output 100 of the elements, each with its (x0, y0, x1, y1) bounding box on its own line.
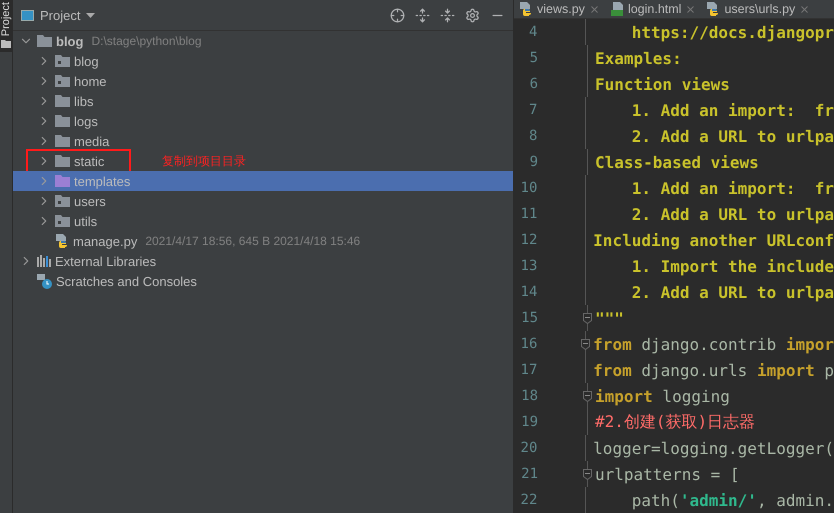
line-number: 11 (520, 206, 538, 222)
code-line: 1. Import the include (630, 256, 834, 276)
line-number: 19 (520, 414, 538, 430)
code-line: 1. Add an import: fr (630, 178, 834, 198)
tree-row[interactable]: home (13, 71, 513, 91)
file-tab[interactable]: views.py (514, 0, 605, 18)
file-info: 2021/4/17 18:56, 645 B 2021/4/18 15:46 (145, 234, 360, 248)
line-number: 14 (520, 284, 538, 300)
tree-label: manage.py (73, 234, 138, 248)
tree-row[interactable]: Scratches and Consoles (13, 271, 513, 291)
tree-row[interactable]: External Libraries (13, 251, 513, 271)
code-line: """ (595, 308, 624, 328)
file-tab[interactable]: login.html (604, 0, 702, 18)
fold-marker-icon[interactable] (583, 468, 592, 480)
line-number: 12 (520, 232, 538, 248)
close-icon[interactable] (685, 4, 696, 14)
line-number: 7 (528, 102, 538, 118)
module-folder-icon (55, 195, 70, 207)
tree-row[interactable]: libs (13, 91, 513, 111)
code-line: Function views (595, 74, 730, 94)
python-file-icon (519, 1, 533, 17)
tree-label: home (74, 74, 107, 88)
tree-label: utils (74, 214, 98, 228)
line-number: 8 (528, 128, 538, 144)
line-number: 13 (520, 258, 538, 274)
line-number: 4 (528, 24, 538, 40)
tree-label: logs (74, 114, 98, 128)
tree-row[interactable]: media (13, 131, 513, 151)
tree-row[interactable]: blog D:\stage\python\blog (13, 31, 513, 51)
fold-marker-icon[interactable] (581, 338, 590, 350)
tree-label: users (74, 194, 106, 208)
close-icon[interactable] (588, 4, 600, 14)
expand-all-icon[interactable] (415, 8, 430, 22)
code-line: path('admin/', admin. (630, 490, 834, 510)
python-file-icon (55, 233, 69, 249)
line-number: 10 (520, 180, 538, 196)
folder-icon (55, 155, 70, 167)
line-number: 15 (520, 310, 538, 326)
tree-row[interactable]: utils (13, 211, 513, 231)
line-number: 9 (528, 154, 538, 170)
python-file-icon (706, 1, 720, 17)
module-folder-icon (55, 215, 70, 227)
tree-label: External Libraries (55, 254, 156, 268)
panel-title[interactable]: Project (40, 8, 80, 22)
tree-row[interactable]: static 复制到项目目录 (13, 151, 513, 171)
tree-label: blog (56, 34, 84, 48)
tree-label: static (74, 154, 104, 168)
close-icon[interactable] (799, 4, 810, 14)
tree-label: templates (74, 174, 130, 188)
line-number: 20 (520, 440, 538, 456)
collapse-all-icon[interactable] (440, 8, 455, 22)
folder-icon (55, 175, 70, 187)
line-number: 6 (528, 76, 538, 92)
settings-icon[interactable] (465, 8, 480, 22)
tree-row[interactable]: users (13, 191, 513, 211)
folder-icon (1, 40, 11, 48)
module-folder-icon (55, 75, 70, 87)
folder-icon (55, 115, 70, 127)
locate-icon[interactable] (390, 8, 405, 22)
code-line: 2. Add a URL to urlpa (630, 126, 834, 146)
line-number: 16 (520, 336, 538, 352)
tree-label: media (74, 134, 110, 148)
tree-label: blog (74, 54, 99, 68)
file-tab[interactable]: users\urls.py (701, 0, 816, 18)
dropdown-caret-icon[interactable] (86, 12, 96, 18)
tree-row[interactable]: manage.py 2021/4/17 18:56, 645 B 2021/4/18 15:46 (13, 231, 513, 251)
html-file-icon (610, 1, 624, 17)
code-line: from django.urls import p (593, 360, 834, 380)
line-number: 21 (520, 466, 538, 482)
code-line: import logging (595, 386, 730, 406)
code-line: 2. Add a URL to urlpa (630, 282, 834, 302)
code-line: logger=logging.getLogger( (593, 438, 834, 458)
code-line: 1. Add an import: fr (630, 100, 834, 120)
folder-icon (55, 135, 70, 147)
tree-row[interactable]: logs (13, 111, 513, 131)
code-line: https://docs.djangopr (630, 22, 834, 42)
code-line: #2.创建(获取)日志器 (595, 412, 756, 432)
line-number: 17 (520, 362, 538, 378)
line-number: 22 (520, 492, 538, 508)
line-number: 18 (520, 388, 538, 404)
code-line: urlpatterns = [ (595, 464, 740, 484)
code-line: from django.contrib impor (593, 334, 834, 354)
window-icon (21, 10, 34, 20)
code-line: Including another URLconf (593, 230, 834, 250)
code-line: 2. Add a URL to urlpa (630, 204, 834, 224)
folder-icon (55, 95, 70, 107)
project-side-tab[interactable]: Project (0, 0, 12, 52)
annotation-note: 复制到项目目录 (162, 153, 246, 170)
tree-label: libs (74, 94, 94, 108)
tree-row[interactable]: blog (13, 51, 513, 71)
fold-marker-icon[interactable] (583, 390, 592, 402)
line-number: 5 (528, 50, 538, 66)
code-line: Examples: (595, 48, 682, 68)
bar-chart-icon (37, 255, 51, 267)
module-folder-icon (55, 55, 70, 67)
fold-marker-icon[interactable] (583, 312, 592, 324)
tree-label: Scratches and Consoles (56, 274, 197, 288)
scratch-clock-icon (37, 274, 52, 288)
project-path: D:\stage\python\blog (91, 34, 202, 48)
code-line: Class-based views (595, 152, 759, 172)
